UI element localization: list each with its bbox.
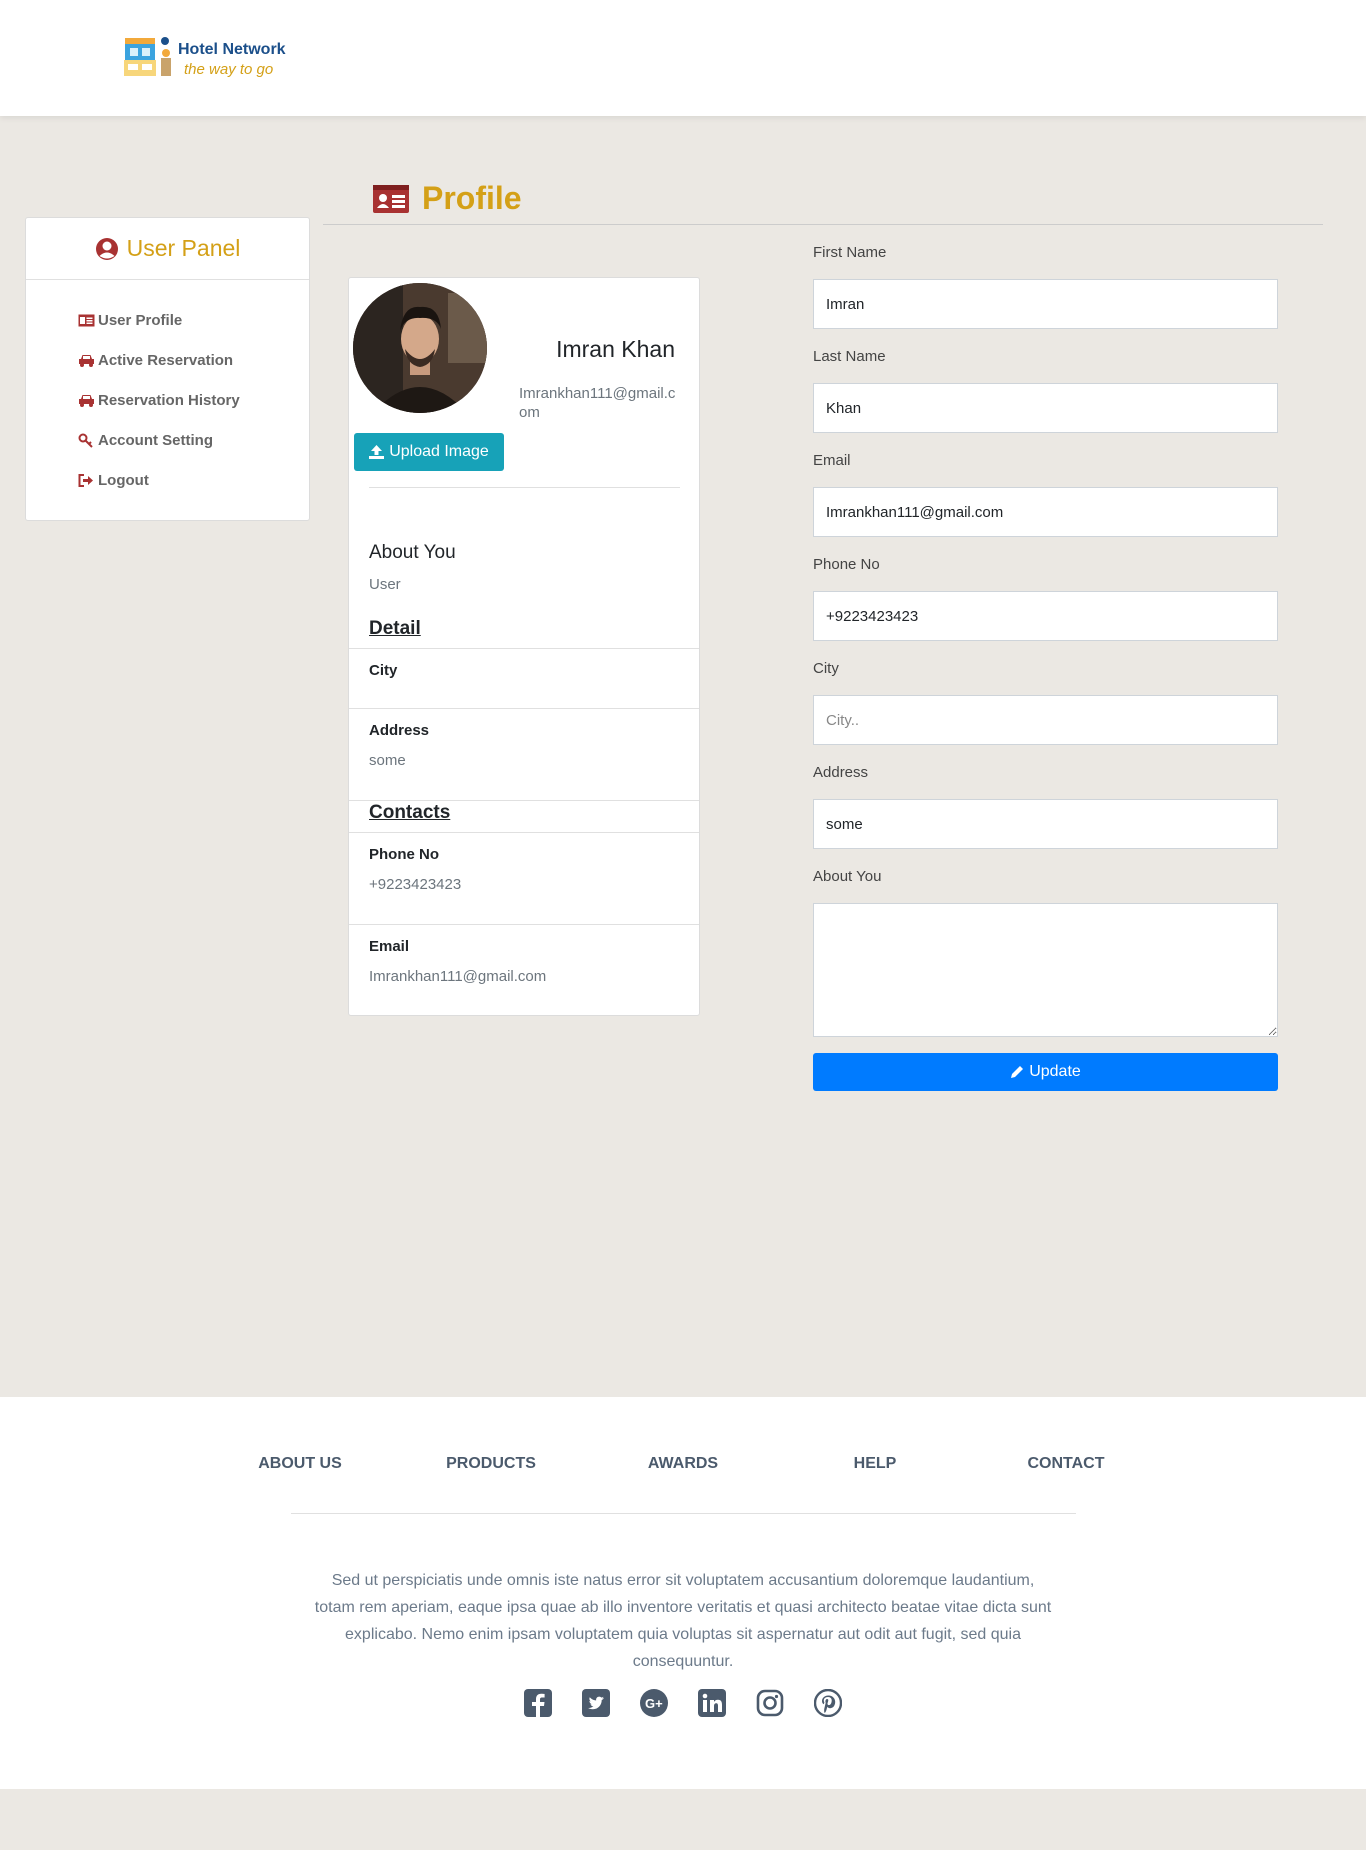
about-value: User [369, 576, 401, 593]
email-value: Imrankhan111@gmail.com [369, 968, 547, 985]
contacts-heading: Contacts [369, 802, 451, 823]
update-button[interactable]: Update [813, 1053, 1278, 1091]
last-name-field[interactable] [813, 383, 1278, 433]
phone-label: Phone No [369, 846, 439, 863]
divider [349, 648, 699, 649]
page-title: Profile [422, 180, 522, 216]
user-panel-sidebar: User Panel User Profile Active Reservati… [25, 217, 310, 521]
sidebar-item-user-profile[interactable]: User Profile [26, 300, 309, 340]
divider [369, 487, 680, 488]
sidebar-item-account-setting[interactable]: Account Setting [26, 420, 309, 460]
divider [349, 832, 699, 833]
user-panel-menu: User Profile Active Reservation Reservat… [26, 280, 309, 500]
divider [349, 800, 699, 801]
sidebar-item-reservation-history[interactable]: Reservation History [26, 380, 309, 420]
phone-field[interactable] [813, 591, 1278, 641]
footer-link-awards[interactable]: AWARDS [603, 1455, 763, 1473]
divider [349, 708, 699, 709]
user-circle-icon [95, 237, 118, 260]
email-label: Email [813, 452, 851, 469]
city-label: City [369, 662, 398, 679]
avatar [353, 283, 487, 413]
about-heading: About You [369, 542, 456, 563]
facebook-icon[interactable] [524, 1689, 552, 1717]
divider [291, 1513, 1076, 1514]
upload-icon [369, 445, 385, 459]
address-label: Address [369, 722, 430, 739]
sidebar-item-label: Active Reservation [98, 351, 234, 369]
sidebar-item-active-reservation[interactable]: Active Reservation [26, 340, 309, 380]
id-card-icon [78, 314, 98, 327]
update-label: Update [1029, 1063, 1081, 1080]
linkedin-icon[interactable] [698, 1689, 726, 1717]
sign-out-icon [78, 473, 98, 487]
svg-text:G+: G+ [645, 1696, 663, 1711]
sidebar-item-label: User Profile [98, 311, 183, 329]
footer-link-products[interactable]: PRODUCTS [411, 1455, 571, 1473]
brand-name[interactable]: Hotel Network [178, 41, 286, 59]
about-textarea[interactable] [813, 903, 1278, 1037]
footer-link-help[interactable]: HELP [795, 1455, 955, 1473]
phone-value: +9223423423 [369, 876, 462, 893]
divider [349, 924, 699, 925]
social-links: G+ [0, 1689, 1366, 1717]
address-label: Address [813, 764, 869, 781]
profile-card: Imran Khan Imrankhan111@gmail.com Upload… [348, 277, 700, 1016]
key-icon [78, 433, 98, 448]
user-panel-title: User Panel [126, 235, 241, 261]
city-label: City [813, 660, 839, 677]
upload-image-button[interactable]: Upload Image [354, 433, 504, 471]
page-title-bar: Profile [323, 177, 1323, 225]
hotel-logo-icon[interactable] [124, 36, 174, 80]
pinterest-icon[interactable] [814, 1689, 842, 1717]
detail-heading: Detail [369, 618, 421, 639]
footer-text: Sed ut perspiciatis unde omnis iste natu… [314, 1572, 1052, 1670]
id-card-icon [373, 185, 409, 213]
last-name-label: Last Name [813, 348, 886, 365]
site-header: Hotel Network the way to go [0, 0, 1366, 116]
google-plus-icon[interactable]: G+ [640, 1689, 668, 1717]
user-panel-header: User Panel [26, 218, 309, 280]
profile-name: Imran Khan [556, 336, 675, 362]
instagram-icon[interactable] [756, 1689, 784, 1717]
profile-email: Imrankhan111@gmail.com [519, 385, 676, 421]
sidebar-item-logout[interactable]: Logout [26, 460, 309, 500]
email-label: Email [369, 938, 410, 955]
upload-image-label: Upload Image [389, 443, 489, 460]
footer-link-about-us[interactable]: ABOUT US [220, 1455, 380, 1473]
site-footer: ABOUT US PRODUCTS AWARDS HELP CONTACT Se… [0, 1397, 1366, 1789]
sidebar-item-label: Logout [98, 471, 149, 489]
sidebar-item-label: Reservation History [98, 391, 240, 409]
footer-link-contact[interactable]: CONTACT [986, 1455, 1146, 1473]
city-field[interactable] [813, 695, 1278, 745]
first-name-label: First Name [813, 244, 887, 261]
phone-label: Phone No [813, 556, 880, 573]
pencil-icon [1011, 1066, 1024, 1078]
address-value: some [369, 752, 406, 769]
car-icon [78, 354, 98, 367]
email-field[interactable] [813, 487, 1278, 537]
brand-tagline: the way to go [184, 61, 274, 78]
address-field[interactable] [813, 799, 1278, 849]
first-name-field[interactable] [813, 279, 1278, 329]
about-label: About You [813, 868, 882, 885]
car-icon [78, 394, 98, 407]
sidebar-item-label: Account Setting [98, 431, 213, 449]
twitter-icon[interactable] [582, 1689, 610, 1717]
